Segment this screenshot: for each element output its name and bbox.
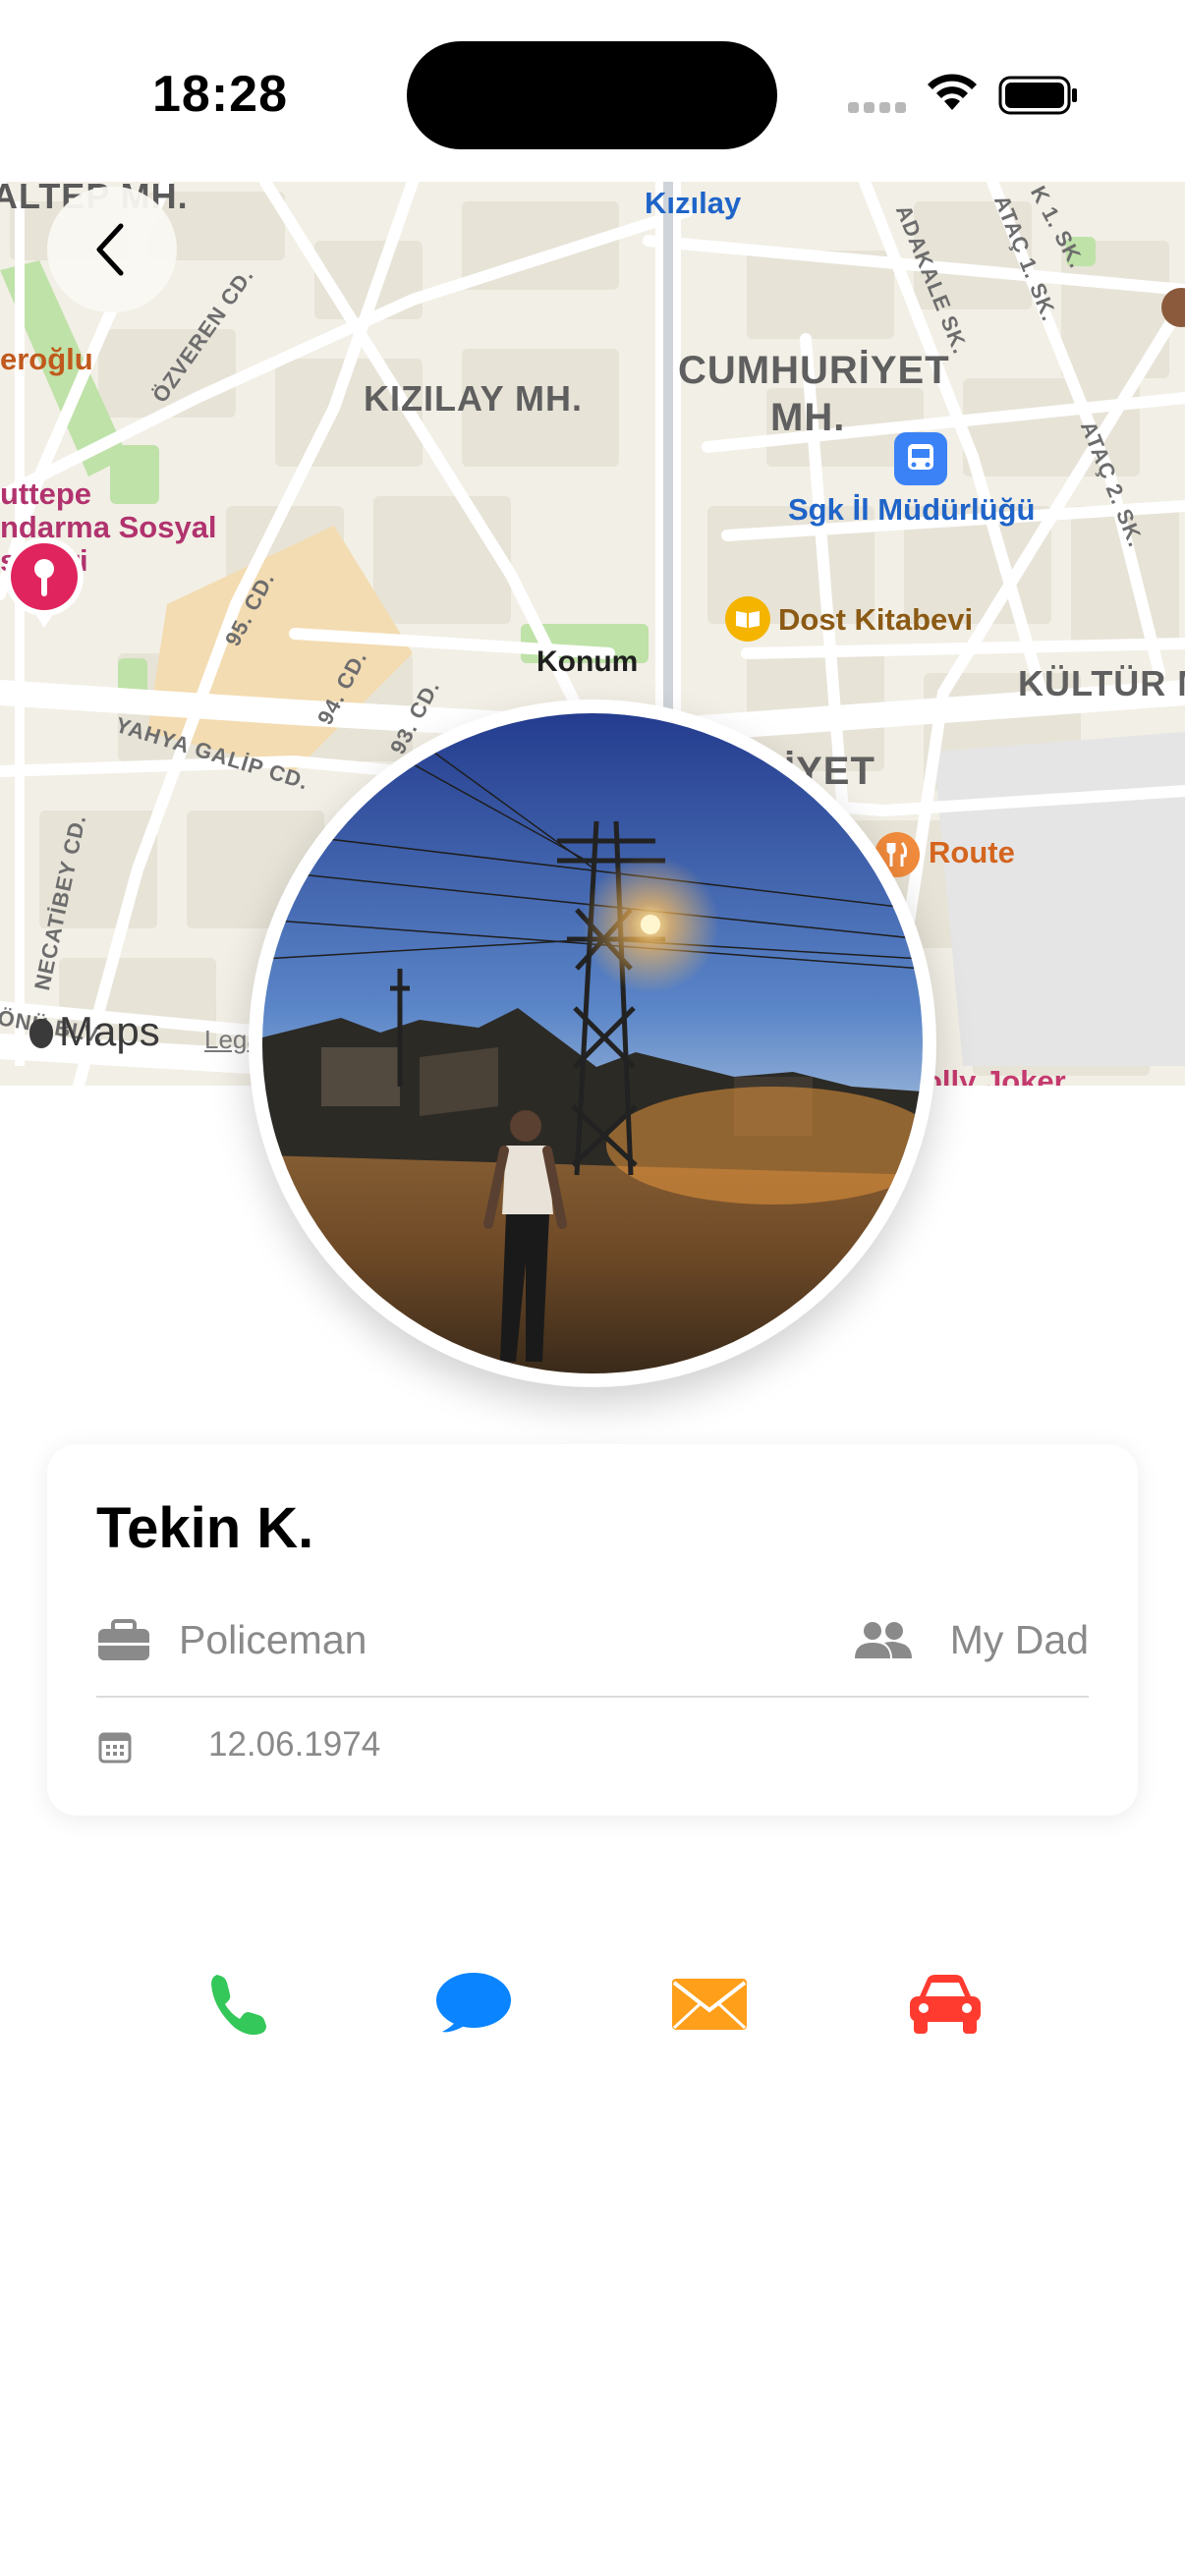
map-label-kultur: KÜLTÜR M [1018, 663, 1185, 703]
dynamic-island [407, 41, 777, 149]
map-label-route: Route [929, 835, 1015, 869]
book-store-icon[interactable] [725, 596, 770, 642]
email-button[interactable] [662, 1957, 757, 2051]
phone-icon [211, 1975, 266, 2036]
wifi-icon [928, 74, 977, 110]
maps-brand: Maps [29, 1008, 160, 1055]
map-label-dost-kitabevi: Dost Kitabevi [778, 602, 974, 637]
map-label-joker: olly Joker [924, 1064, 1066, 1086]
avatar[interactable] [249, 700, 936, 1387]
birth-date-row: 12.06.1974 [96, 1721, 686, 1770]
map-label-sgk: Sgk İl Müdürlüğü [788, 492, 1036, 527]
location-pin-icon[interactable] [0, 535, 88, 634]
maps-brand-text: Maps [59, 1008, 160, 1054]
briefcase-icon [98, 1619, 149, 1660]
calendar-icon [98, 1732, 132, 1764]
back-button[interactable] [47, 187, 177, 312]
cellular-signal-icon [848, 102, 907, 114]
map-label-eroglu: eroğlu [0, 342, 93, 376]
two-people-icon [855, 1622, 912, 1658]
car-button[interactable] [898, 1957, 992, 2051]
status-bar: 18:28 [0, 0, 1185, 182]
map-label-kizilay-mh: KIZILAY MH. [364, 378, 584, 419]
map-label-cumhuriyet: CUMHURİYET [678, 349, 950, 392]
call-button[interactable] [192, 1957, 286, 2051]
car-icon [910, 1975, 981, 2034]
avatar-photo [262, 713, 923, 1373]
envelope-icon [672, 1979, 747, 2030]
divider [96, 1696, 1089, 1698]
status-time: 18:28 [152, 66, 288, 123]
profile-details-row: Policeman My Dad [96, 1611, 1089, 1670]
profile-card: Tekin K. Policeman My Dad 12.06.1974 [47, 1444, 1138, 1816]
message-button[interactable] [426, 1957, 521, 2051]
message-bubble-icon [436, 1973, 511, 2033]
relation-text: My Dad [949, 1617, 1089, 1662]
map-label-cumhuriyet-mh: MH. [770, 396, 846, 439]
apple-logo-icon [29, 1019, 53, 1048]
pin-label: Konum [536, 645, 639, 678]
chevron-left-icon [96, 223, 124, 276]
contact-name: Tekin K. [96, 1496, 314, 1560]
birth-date-text: 12.06.1974 [208, 1725, 381, 1764]
battery-icon [998, 76, 1077, 115]
occupation-text: Policeman [179, 1617, 367, 1662]
bus-stop-icon[interactable] [894, 432, 947, 485]
map-label-uttepe: uttepe [0, 476, 91, 511]
map-label-kizilay: Kızılay [645, 186, 742, 220]
